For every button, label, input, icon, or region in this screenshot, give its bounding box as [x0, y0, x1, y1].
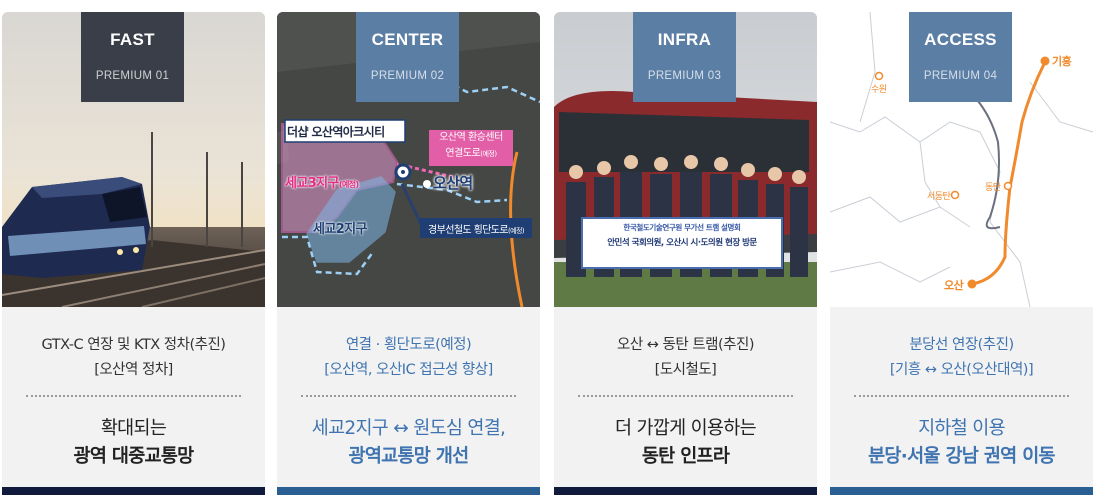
- tag-premium: PREMIUM 03: [647, 70, 722, 82]
- card-headline-1: 세교2지구 ↔ 원도심 연결,: [311, 418, 506, 439]
- card-headline-2: 분당·서울 강남 권역 이동: [868, 446, 1055, 467]
- label-sego2: 세교2지구: [313, 222, 367, 237]
- premium-tag: ACCESS PREMIUM 04: [909, 12, 1012, 102]
- card-line1: 분당선 연장(추진): [909, 337, 1014, 353]
- label-giheung: 기흥: [1052, 55, 1072, 68]
- card-line2: [오산역, 오산IC 접근성 향상]: [324, 362, 493, 378]
- label-seodongtan: 서동탄: [927, 192, 951, 202]
- dotted-divider: [578, 395, 793, 397]
- label-crossing-road: 경부선철도 횡단도로(예정): [428, 225, 525, 236]
- label-complex: 더샵 오산역아크시티: [287, 125, 385, 139]
- card-line2: [기흥 ↔ 오산(오산대역)]: [889, 362, 1034, 378]
- card-line1: GTX-C 연장 및 KTX 정차(추진): [41, 337, 226, 353]
- premium-card-access: 기흥 수원 동탄 서동탄 오산 ACCESS PREMIUM 04 분당선 연장…: [830, 12, 1093, 495]
- label-suwon: 수원: [871, 85, 887, 95]
- label-dongtan: 동탄: [985, 183, 1001, 193]
- tag-premium: PREMIUM 01: [95, 70, 170, 82]
- card-bottom-bar: [2, 487, 265, 495]
- premium-tag: INFRA PREMIUM 03: [633, 12, 736, 102]
- dotted-divider: [301, 395, 516, 397]
- tag-premium: PREMIUM 02: [370, 70, 445, 82]
- label-osan: 오산: [944, 279, 964, 292]
- tag-title: ACCESS: [924, 30, 997, 49]
- card-bottom-bar: [830, 487, 1093, 495]
- card-headline-1: 확대되는: [100, 418, 167, 439]
- card-bottom-bar: [554, 487, 817, 495]
- banner-line2: 안민석 국회의원, 오산시 시·도의원 현장 방문: [607, 238, 757, 248]
- dotted-divider: [854, 395, 1069, 397]
- card-headline-2: 광역교통망 개선: [348, 446, 470, 467]
- card-bottom-bar: [277, 487, 540, 495]
- card-headline-2: 광역 대중교통망: [73, 446, 195, 467]
- label-osan-station: 오산역: [433, 174, 473, 192]
- premium-card-center: 더샵 오산역아크시티 오산역 환승센터 연결도로(예정) 세교3지구(예정) 세…: [277, 12, 540, 495]
- card-line1: 오산 ↔ 동탄 트램(추진): [616, 337, 755, 353]
- premium-card-fast: FAST PREMIUM 01 GTX-C 연장 및 KTX 정차(추진) [오…: [2, 12, 265, 495]
- dotted-divider: [26, 395, 241, 397]
- card-line2: [오산역 정차]: [94, 362, 173, 378]
- card-headline-2: 동탄 인프라: [641, 446, 730, 467]
- card-line1: 연결 · 횡단도로(예정): [345, 337, 472, 353]
- premium-tag: CENTER PREMIUM 02: [356, 12, 459, 102]
- premium-tag: FAST PREMIUM 01: [81, 12, 184, 102]
- label-sego3: 세교3지구(예정): [285, 176, 359, 191]
- card-line2: [도시철도]: [654, 362, 717, 378]
- card-headline-1: 더 가깝게 이용하는: [615, 418, 757, 439]
- tag-title: FAST: [110, 30, 155, 49]
- tag-title: CENTER: [371, 30, 444, 49]
- premium-card-infra: 한국철도기술연구원 무가선 트램 설명회 안민석 국회의원, 오산시 시·도의원…: [554, 12, 817, 495]
- tag-premium: PREMIUM 04: [923, 70, 998, 82]
- banner-line1: 한국철도기술연구원 무가선 트램 설명회: [623, 223, 741, 232]
- tag-title: INFRA: [657, 30, 712, 49]
- card-headline-1: 지하철 이용: [918, 418, 1005, 439]
- label-transfer-center: 오산역 환승센터 연결도로(예정): [439, 132, 503, 159]
